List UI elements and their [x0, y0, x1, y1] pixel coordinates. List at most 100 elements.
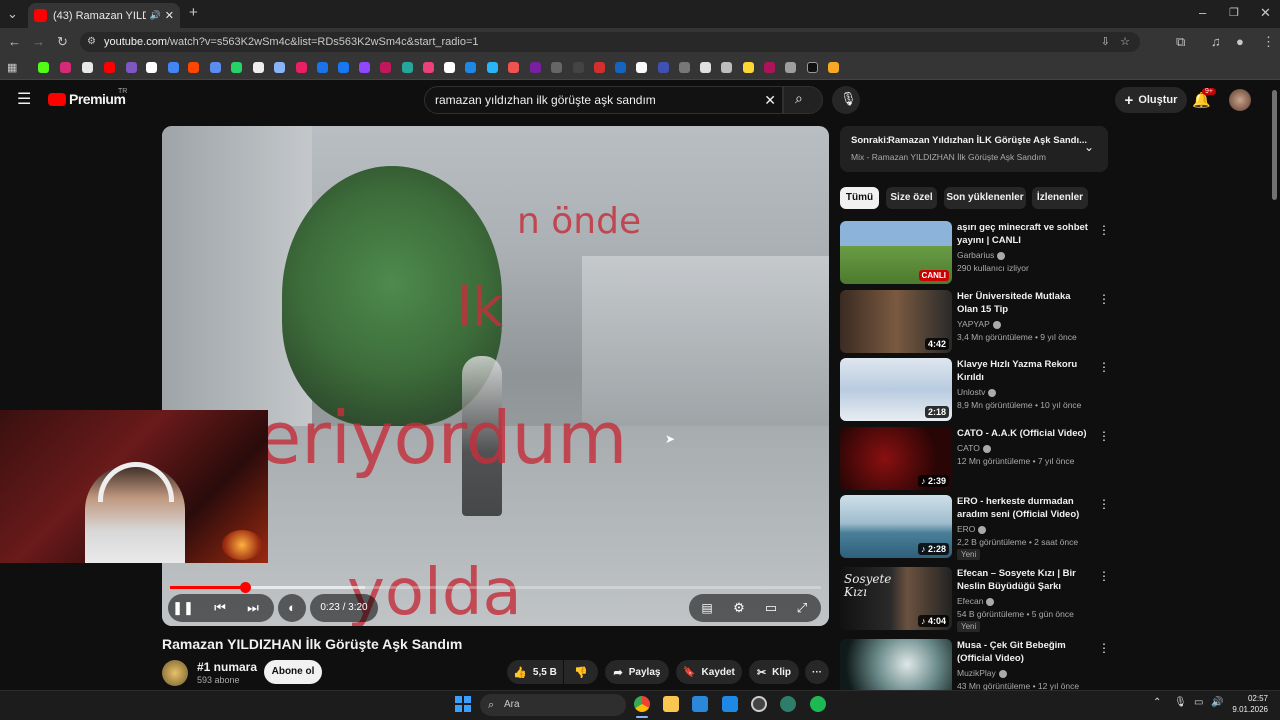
search-button[interactable]: ⌕: [783, 86, 823, 114]
chip-for-you[interactable]: Size özel: [886, 187, 937, 209]
hamburger-menu-icon[interactable]: ☰: [17, 89, 31, 109]
bookmark-icon[interactable]: [296, 62, 307, 73]
settings-icon[interactable]: ⚙: [728, 594, 750, 622]
more-options-icon[interactable]: ⋮: [1098, 569, 1110, 583]
chrome-icon[interactable]: [634, 696, 650, 712]
store-icon[interactable]: [692, 696, 708, 712]
bookmark-icon[interactable]: [423, 62, 434, 73]
video-thumbnail[interactable]: [840, 639, 952, 690]
bookmark-icon[interactable]: [359, 62, 370, 73]
chip-all[interactable]: Tümü: [840, 187, 879, 209]
video-thumbnail[interactable]: ♪ 2:28: [840, 495, 952, 558]
avatar[interactable]: [1229, 89, 1251, 111]
video-thumbnail[interactable]: 2:18: [840, 358, 952, 421]
bookmark-icon[interactable]: [380, 62, 391, 73]
playlist-panel[interactable]: Sonraki: Ramazan Yıldızhan İLK Görüşte A…: [840, 126, 1108, 172]
recommendation-item[interactable]: 2:18 Klavye Hızlı Yazma Rekoru Kırıldı U…: [840, 358, 1110, 422]
bookmark-icon[interactable]: [104, 62, 115, 73]
bookmark-icon[interactable]: [551, 62, 562, 73]
chip-watched[interactable]: İzlenenler: [1032, 187, 1088, 209]
bookmark-icon[interactable]: [615, 62, 626, 73]
video-thumbnail[interactable]: CANLI: [840, 221, 952, 284]
bookmark-icon[interactable]: [743, 62, 754, 73]
tab-search-icon[interactable]: ⌄: [7, 7, 18, 21]
bookmark-icon[interactable]: [402, 62, 413, 73]
scrubber-handle[interactable]: [239, 582, 251, 593]
recommendation-item[interactable]: Sosyete Kızı ♪ 4:04 Efecan – Sosyete Kızı…: [840, 567, 1110, 632]
search-input[interactable]: ramazan yıldızhan ilk görüşte aşk sandım…: [424, 86, 783, 114]
bookmark-icon[interactable]: [253, 62, 264, 73]
bookmark-icon[interactable]: [274, 62, 285, 73]
forward-icon[interactable]: →: [32, 35, 45, 49]
file-explorer-icon[interactable]: [663, 696, 679, 712]
bookmark-icon[interactable]: [146, 62, 157, 73]
start-button[interactable]: [455, 696, 471, 712]
bookmark-icon[interactable]: [658, 62, 669, 73]
bookmark-icon[interactable]: [231, 62, 242, 73]
more-options-icon[interactable]: ⋮: [1098, 292, 1110, 306]
bookmark-icon[interactable]: [700, 62, 711, 73]
app-icon[interactable]: [751, 696, 767, 712]
bookmark-icon[interactable]: [38, 62, 49, 73]
system-clock[interactable]: 02:57 9.01.2026: [1226, 693, 1268, 715]
display-tray-icon[interactable]: ▭: [1194, 697, 1203, 708]
microphone-tray-icon[interactable]: 🎙: [1174, 697, 1187, 708]
window-close-icon[interactable]: ✕: [1260, 6, 1271, 20]
new-tab-icon[interactable]: +: [189, 5, 198, 20]
chevron-down-icon[interactable]: ⌄: [1084, 140, 1094, 154]
page-scrollbar[interactable]: [1272, 90, 1277, 200]
create-button[interactable]: + Oluştur: [1115, 87, 1187, 113]
bookmark-icon[interactable]: [594, 62, 605, 73]
recommendation-item[interactable]: Musa - Çek Git Bebeğim (Official Video) …: [840, 639, 1110, 690]
more-options-icon[interactable]: ⋮: [1098, 223, 1110, 237]
fullscreen-icon[interactable]: ⤢: [791, 594, 813, 622]
back-icon[interactable]: ←: [8, 35, 21, 49]
tray-chevron-icon[interactable]: ⌃: [1153, 697, 1161, 708]
browser-tab-active[interactable]: (43) Ramazan YILDIZHAN İl 🔊 ✕: [28, 3, 180, 28]
recommendation-item[interactable]: ♪ 2:39 CATO - A.A.K (Official Video) CAT…: [840, 427, 1110, 491]
app-icon[interactable]: [780, 696, 796, 712]
volume-tray-icon[interactable]: 🔊: [1211, 697, 1223, 708]
bookmark-icon[interactable]: [188, 62, 199, 73]
more-options-icon[interactable]: ⋮: [1098, 641, 1110, 655]
install-icon[interactable]: ⇩: [1101, 32, 1110, 52]
more-options-icon[interactable]: ⋮: [1098, 497, 1110, 511]
address-bar[interactable]: ⚙ youtube.com/watch?v=s563K2wSm4c&list=R…: [80, 32, 1140, 52]
volume-icon[interactable]: ◐: [281, 594, 303, 622]
bookmark-icon[interactable]: [210, 62, 221, 73]
channel-avatar[interactable]: [162, 660, 188, 686]
bookmark-icon[interactable]: [338, 62, 349, 73]
site-info-icon[interactable]: ⚙: [87, 32, 96, 52]
spotify-icon[interactable]: [810, 696, 826, 712]
apps-grid-icon[interactable]: ▦: [7, 61, 17, 75]
like-button[interactable]: 👍 5,5 B: [507, 660, 563, 684]
subscribe-button[interactable]: Abone ol: [264, 660, 322, 684]
video-thumbnail[interactable]: ♪ 2:39: [840, 427, 952, 490]
recommendation-item[interactable]: 4:42 Her Üniversitede Mutlaka Olan 15 Ti…: [840, 290, 1110, 354]
video-thumbnail[interactable]: 4:42: [840, 290, 952, 353]
menu-kebab-icon[interactable]: ⋮: [1262, 35, 1275, 49]
theater-mode-icon[interactable]: ▭: [760, 594, 782, 622]
save-button[interactable]: 🔖 Kaydet: [676, 660, 742, 684]
voice-search-button[interactable]: 🎙: [832, 86, 860, 114]
more-options-icon[interactable]: ⋮: [1098, 360, 1110, 374]
bookmark-icon[interactable]: [764, 62, 775, 73]
reload-icon[interactable]: ↻: [57, 35, 68, 49]
bookmark-icon[interactable]: [82, 62, 93, 73]
bookmark-icon[interactable]: [530, 62, 541, 73]
media-icon[interactable]: ♫: [1211, 35, 1221, 49]
maximize-icon[interactable]: ❐: [1229, 6, 1239, 20]
recommendation-item[interactable]: CANLI aşırı geç minecraft ve sohbet yayı…: [840, 221, 1110, 285]
notifications-button[interactable]: 🔔 9+: [1192, 88, 1216, 112]
tab-audio-icon[interactable]: 🔊: [150, 10, 161, 21]
bookmark-icon[interactable]: [636, 62, 647, 73]
bookmark-icon[interactable]: [721, 62, 732, 73]
dislike-button[interactable]: 👎: [564, 660, 598, 684]
bookmark-icon[interactable]: [679, 62, 690, 73]
bookmark-icon[interactable]: [317, 62, 328, 73]
extensions-icon[interactable]: ⧉: [1176, 35, 1185, 49]
next-button[interactable]: ⏭: [241, 594, 265, 622]
share-button[interactable]: ➦ Paylaş: [605, 660, 669, 684]
tab-close-icon[interactable]: ✕: [165, 9, 174, 22]
bookmarks-folder-icon[interactable]: [828, 62, 839, 73]
